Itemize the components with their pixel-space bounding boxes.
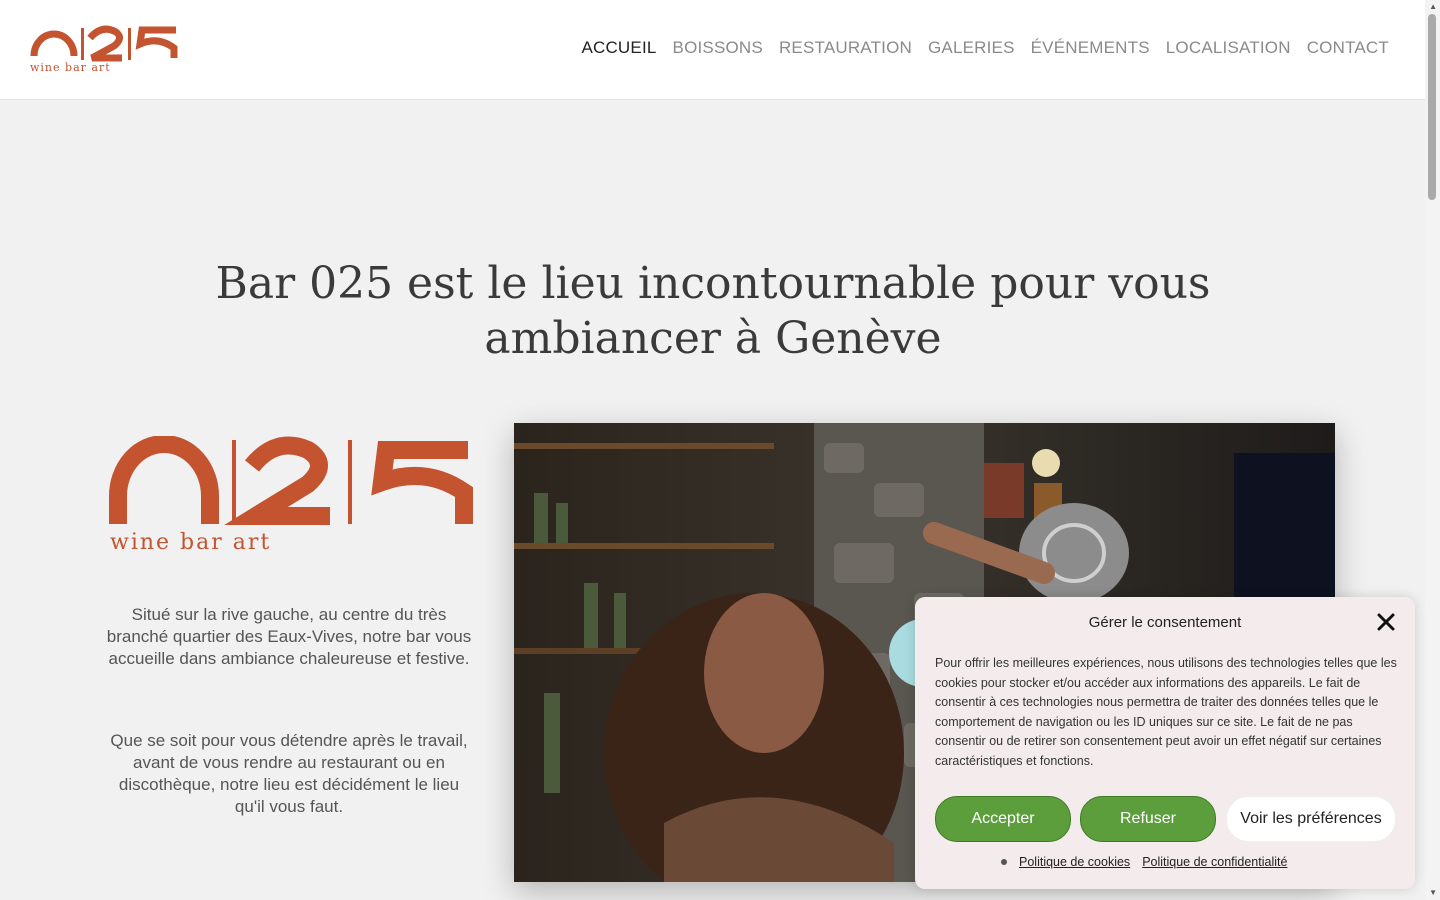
privacy-policy-link[interactable]: Politique de confidentialité: [1142, 855, 1287, 869]
scroll-thumb[interactable]: [1428, 14, 1436, 200]
intro-paragraph: Situé sur la rive gauche, au centre du t…: [106, 605, 472, 668]
modal-title: Gérer le consentement: [1088, 614, 1242, 631]
logo-caption-large: wine bar art: [110, 530, 272, 555]
preferences-button[interactable]: Voir les préférences: [1226, 796, 1396, 842]
main-nav: ACCUEIL BOISSONS RESTAURATION GALERIES É…: [581, 38, 1389, 58]
scroll-up-arrow-icon[interactable]: ▲: [1429, 2, 1437, 11]
accept-button[interactable]: Accepter: [935, 796, 1071, 842]
refuse-button[interactable]: Refuser: [1080, 796, 1216, 842]
nav-item-localisation[interactable]: LOCALISATION: [1166, 38, 1291, 58]
cookie-consent-dialog: Gérer le consentement Pour offrir les me…: [915, 597, 1415, 889]
page-scrollbar[interactable]: ▲ ▼: [1425, 0, 1440, 900]
cookie-policy-link[interactable]: Politique de cookies: [1019, 855, 1130, 869]
nav-item-boissons[interactable]: BOISSONS: [673, 38, 763, 58]
nav-item-galeries[interactable]: GALERIES: [928, 38, 1015, 58]
close-icon[interactable]: [1377, 613, 1395, 631]
nav-item-contact[interactable]: CONTACT: [1307, 38, 1389, 58]
nav-item-evenements[interactable]: ÉVÉNEMENTS: [1031, 38, 1150, 58]
nav-item-restauration[interactable]: RESTAURATION: [779, 38, 912, 58]
scroll-down-arrow-icon[interactable]: ▼: [1429, 888, 1437, 897]
consent-text: Pour offrir les meilleures expériences, …: [935, 656, 1397, 768]
logo-025-large: [109, 436, 473, 525]
bullet-icon: [1001, 859, 1007, 865]
policy-links: Politique de cookies Politique de confid…: [1001, 855, 1287, 869]
nav-item-accueil[interactable]: ACCUEIL: [581, 38, 656, 58]
hero-title: Bar 025 est le lieu incontournable pour …: [215, 258, 1211, 364]
site-header: wine bar art ACCUEIL BOISSONS RESTAURATI…: [0, 0, 1425, 100]
intro-paragraph: Que se soit pour vous détendre après le …: [110, 731, 468, 816]
logo-caption: wine bar art: [30, 61, 111, 74]
